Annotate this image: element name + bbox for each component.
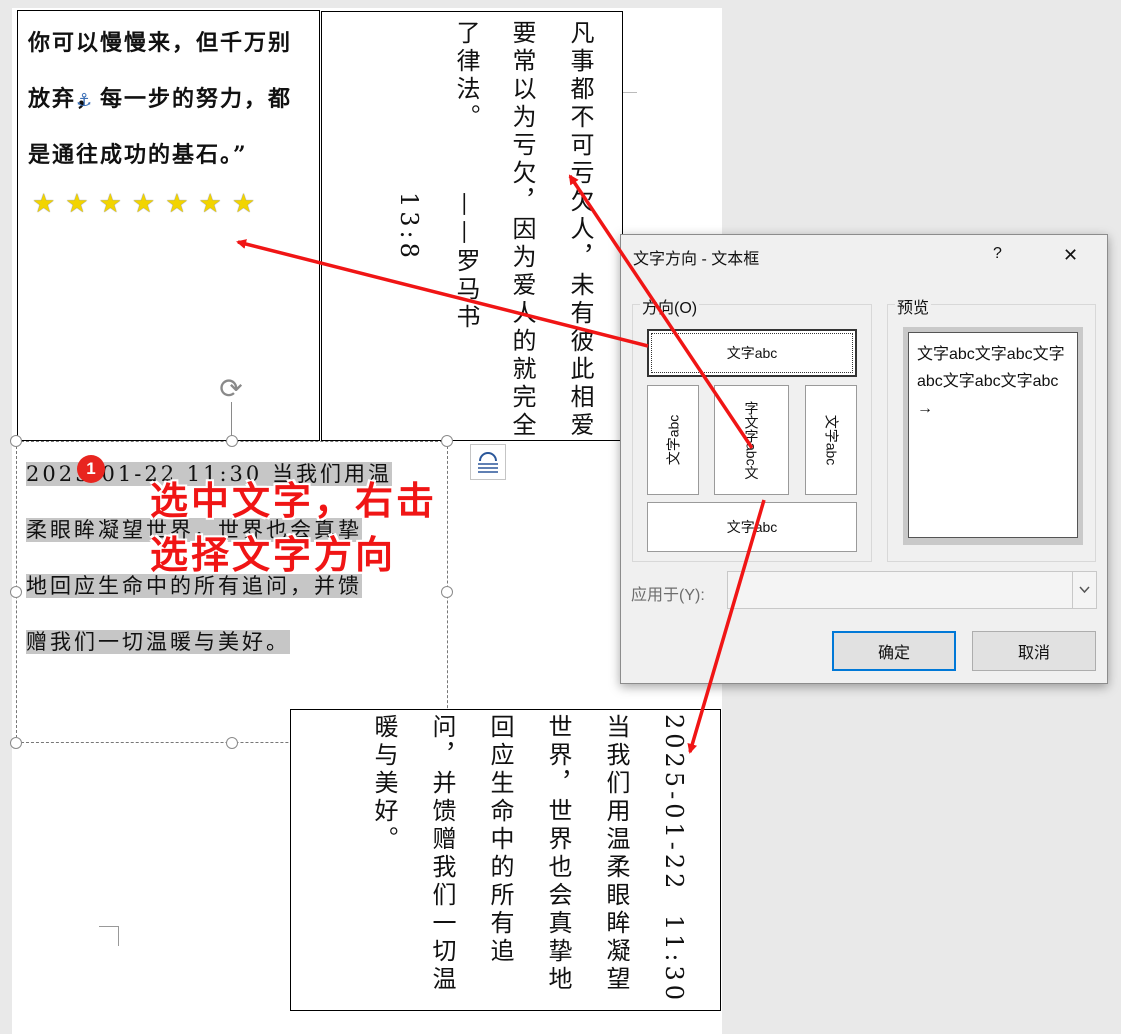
step-badge: 1 bbox=[77, 455, 105, 483]
direction-group-label: 方向(O) bbox=[640, 294, 700, 318]
preview-group-label: 预览 bbox=[895, 294, 932, 318]
text-line: 放弃，每一步的努力，都 bbox=[28, 86, 293, 112]
direction-option-horizontal[interactable]: 文字abc bbox=[647, 329, 857, 377]
preview-text: 文字abc文字abc文字abc文字abc文字abc→ bbox=[917, 346, 1065, 417]
text-line: 是通往成功的基石。” bbox=[28, 142, 248, 168]
citation-text: ——罗马书13:8 bbox=[395, 192, 480, 332]
vertical-text-column: 要常以为亏欠，因为爱人的就完全 bbox=[508, 20, 536, 440]
direction-option-vertical-rotated[interactable]: 文字abc bbox=[647, 502, 857, 552]
selected-text-line: 赠我们一切温暖与美好。 bbox=[26, 630, 290, 654]
vertical-text-column: 回应生命中的所有追 bbox=[486, 714, 514, 966]
vertical-text-column: 2025-01-22 11:30 bbox=[660, 714, 688, 1004]
layout-options-icon[interactable] bbox=[470, 444, 506, 480]
annotation-line-1: 选中文字，右击 bbox=[150, 478, 438, 523]
apply-to-select[interactable] bbox=[727, 571, 1097, 609]
direction-option-vertical-stack[interactable]: 字文字abc文 bbox=[714, 385, 789, 495]
preview-frame: 文字abc文字abc文字abc文字abc文字abc→ bbox=[903, 327, 1083, 545]
resize-handle[interactable] bbox=[10, 737, 22, 749]
apply-to-label: 应用于(Y): bbox=[631, 587, 705, 604]
resize-handle[interactable] bbox=[10, 586, 22, 598]
option-label: 文字abc bbox=[823, 414, 840, 466]
resize-handle[interactable] bbox=[441, 435, 453, 447]
text-line: 你可以慢慢来，但千万别 bbox=[28, 30, 293, 56]
resize-handle[interactable] bbox=[10, 435, 22, 447]
resize-handle[interactable] bbox=[441, 586, 453, 598]
direction-option-rotate-90[interactable]: 文字abc bbox=[805, 385, 857, 495]
help-button[interactable]: ? bbox=[993, 245, 1002, 263]
option-label: 文字abc bbox=[665, 414, 682, 466]
preview-area: 文字abc文字abc文字abc文字abc文字abc→ bbox=[908, 332, 1078, 538]
vertical-text-column: 问，并馈赠我们一切温 bbox=[428, 714, 456, 994]
vertical-text-column: 暖与美好。 bbox=[370, 714, 398, 854]
option-label: 文字abc bbox=[726, 345, 778, 361]
textbox-top-right[interactable]: 凡事都不可亏欠人，未有彼此相爱 要常以为亏欠，因为爱人的就完全 了律法。 ——罗… bbox=[321, 11, 623, 441]
annotation-line-2: 选择文字方向 bbox=[150, 532, 397, 577]
vertical-text-column: 凡事都不可亏欠人，未有彼此相爱 bbox=[566, 20, 594, 440]
vertical-text-column: 当我们用温柔眼眸凝望 bbox=[602, 714, 630, 994]
close-icon[interactable]: ✕ bbox=[1063, 245, 1078, 266]
chevron-down-icon[interactable] bbox=[1072, 572, 1096, 608]
textbox-top-left[interactable]: 你可以慢慢来，但千万别 放弃，每一步的努力，都 是通往成功的基石。” ★★★★★… bbox=[17, 10, 320, 441]
star-row: ★★★★★★★ bbox=[32, 189, 266, 219]
margin-corner-mark bbox=[623, 92, 637, 93]
option-label: 文字abc bbox=[726, 519, 778, 535]
ok-button[interactable]: 确定 bbox=[832, 631, 956, 671]
resize-handle[interactable] bbox=[226, 737, 238, 749]
rotate-handle-icon[interactable]: ⟳ bbox=[217, 375, 245, 403]
textbox-result[interactable]: 2025-01-22 11:30 当我们用温柔眼眸凝望 世界，世界也会真挚地 回… bbox=[290, 709, 721, 1011]
direction-option-rotate-270[interactable]: 文字abc bbox=[647, 385, 699, 495]
dialog-title: 文字方向 - 文本框 bbox=[633, 251, 760, 268]
option-label: 字文字abc文 bbox=[743, 400, 760, 480]
vertical-text-column: 世界，世界也会真挚地 bbox=[544, 714, 572, 994]
text-direction-dialog: 文字方向 - 文本框 ? ✕ 方向(O) 文字abc 文字abc 字文字abc文… bbox=[620, 234, 1108, 684]
cancel-button[interactable]: 取消 bbox=[972, 631, 1096, 671]
margin-corner-mark bbox=[99, 926, 119, 946]
anchor-icon: ⚓ bbox=[76, 90, 93, 111]
